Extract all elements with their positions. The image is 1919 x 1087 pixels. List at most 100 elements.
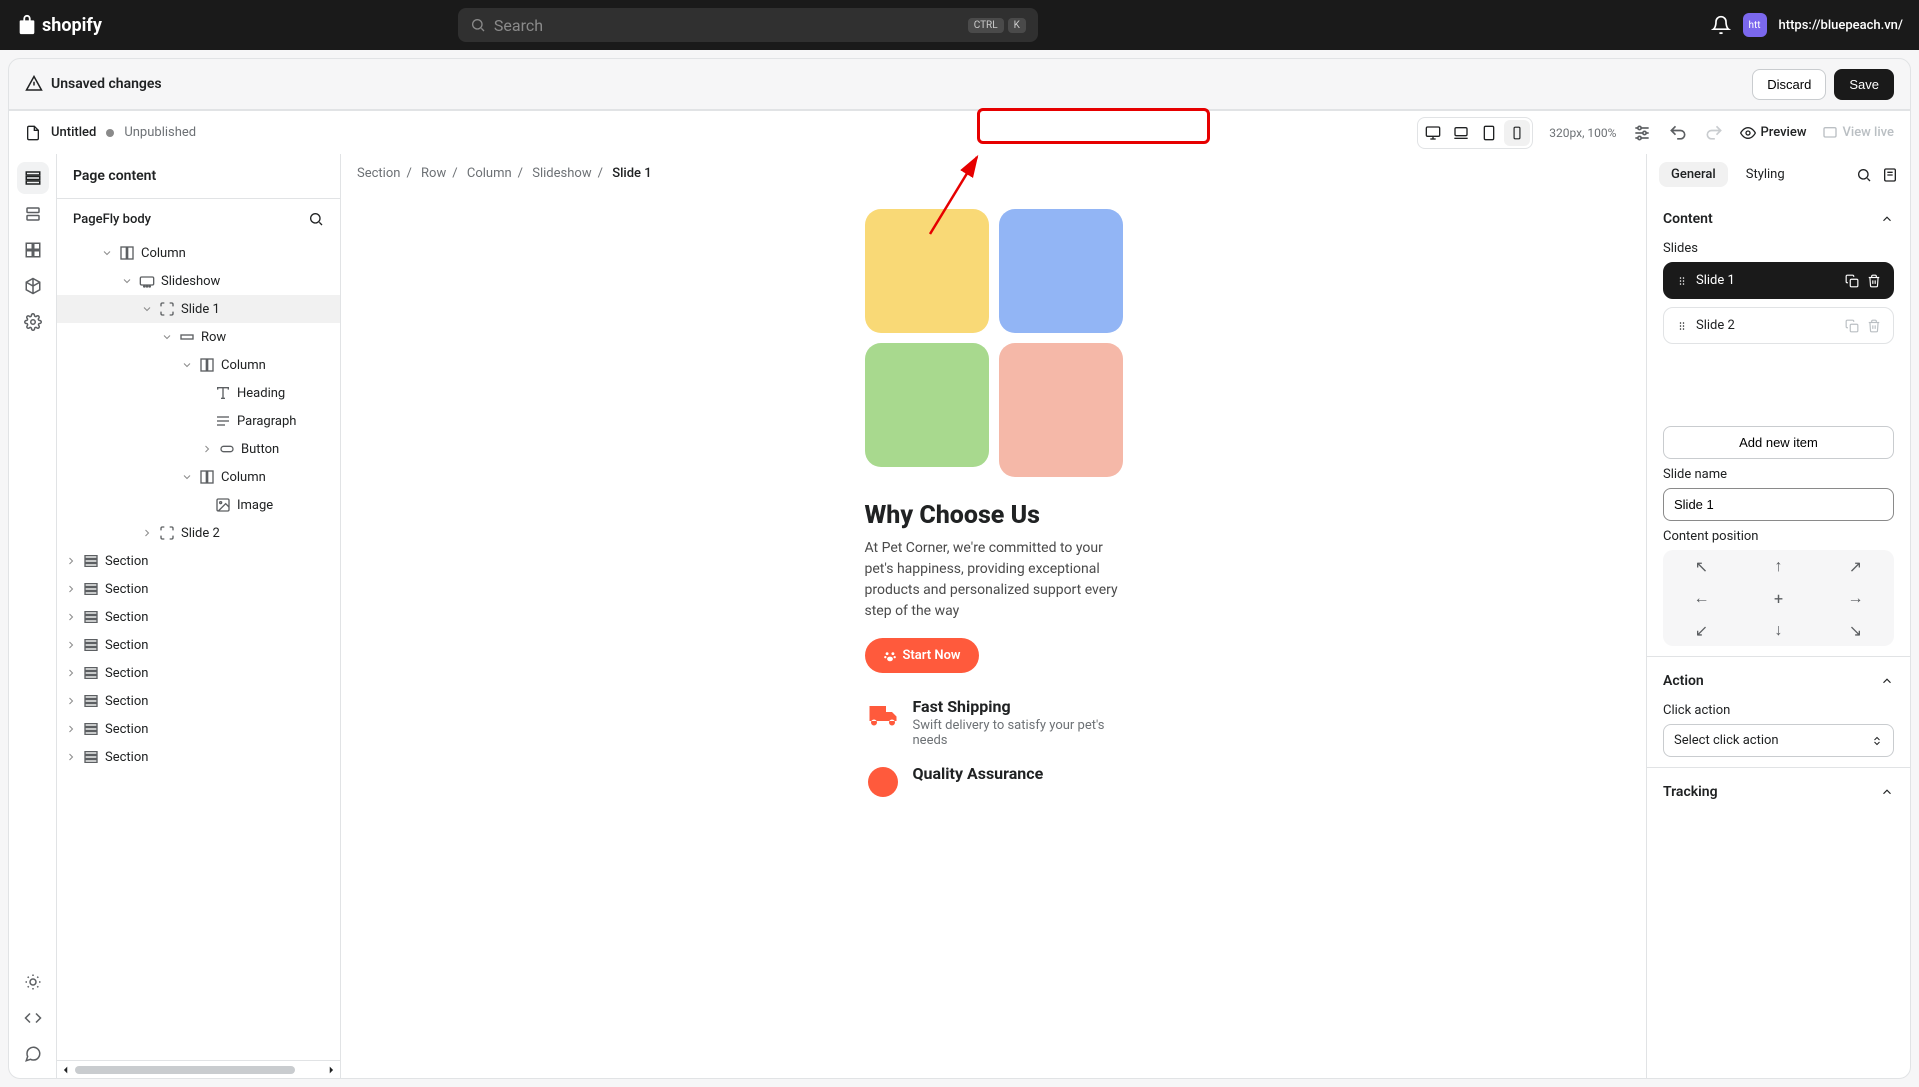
settings-panel: General Styling Content Slides Slide 1 <box>1646 154 1910 1078</box>
device-laptop[interactable] <box>1448 120 1474 146</box>
canvas-viewport[interactable]: Why Choose Us At Pet Corner, we're commi… <box>341 193 1646 1078</box>
scroll-left-icon[interactable] <box>61 1065 71 1075</box>
bc-current: Slide 1 <box>612 166 651 181</box>
tree-button[interactable]: Button <box>57 435 340 463</box>
pos-tc[interactable]: ↑ <box>1740 550 1817 582</box>
tree-column[interactable]: Column <box>57 239 340 267</box>
tree-slide1[interactable]: Slide 1 <box>57 295 340 323</box>
icon-rail <box>9 154 57 1078</box>
tree-section-4[interactable]: Section <box>57 631 340 659</box>
scroll-right-icon[interactable] <box>326 1065 336 1075</box>
paw-icon <box>883 649 897 663</box>
search-input[interactable]: Search CTRL K <box>458 8 1038 42</box>
redo-icon <box>1704 123 1724 143</box>
eye-icon <box>1740 125 1756 141</box>
bc-slideshow[interactable]: Slideshow <box>532 166 591 181</box>
pos-bc[interactable]: ↓ <box>1740 614 1817 646</box>
tab-styling[interactable]: Styling <box>1734 162 1797 187</box>
section-tracking-header[interactable]: Tracking <box>1663 778 1894 806</box>
tree-paragraph[interactable]: Paragraph <box>57 407 340 435</box>
zoom-text[interactable]: 320px, 100% <box>1549 126 1616 140</box>
preview-cta-button[interactable]: Start Now <box>865 638 979 673</box>
bc-section[interactable]: Section <box>357 166 400 181</box>
tree-section-5[interactable]: Section <box>57 659 340 687</box>
store-url[interactable]: https://bluepeach.vn/ <box>1779 18 1903 33</box>
rail-package-icon[interactable] <box>17 270 49 302</box>
bell-icon[interactable] <box>1711 15 1731 35</box>
pos-mc[interactable]: + <box>1740 582 1817 614</box>
sliders-icon[interactable] <box>1632 123 1652 143</box>
avatar[interactable]: htt <box>1743 13 1767 37</box>
kbd-k: K <box>1008 18 1026 33</box>
pos-tl[interactable]: ↖ <box>1663 550 1740 582</box>
rail-blocks-icon[interactable] <box>17 234 49 266</box>
pos-ml[interactable]: ← <box>1663 582 1740 614</box>
chevron-up-icon <box>1880 212 1894 226</box>
rail-theme-icon[interactable] <box>17 966 49 998</box>
pos-tr[interactable]: ↗ <box>1817 550 1894 582</box>
feature1-desc: Swift delivery to satisfy your pet's nee… <box>913 718 1123 748</box>
trash-icon[interactable] <box>1867 274 1881 288</box>
duplicate-icon[interactable] <box>1845 319 1859 333</box>
preview-button[interactable]: Preview <box>1740 125 1806 141</box>
unsaved-bar: Unsaved changes Discard Save <box>8 58 1911 110</box>
device-tablet[interactable] <box>1476 120 1502 146</box>
search-tree-icon[interactable] <box>308 211 324 227</box>
tree-slideshow[interactable]: Slideshow <box>57 267 340 295</box>
tree-section-7[interactable]: Section <box>57 715 340 743</box>
note-icon[interactable] <box>1882 167 1898 183</box>
tree-section-2[interactable]: Section <box>57 575 340 603</box>
tree-image[interactable]: Image <box>57 491 340 519</box>
pos-bl[interactable]: ↙ <box>1663 614 1740 646</box>
discard-button[interactable]: Discard <box>1752 69 1826 100</box>
device-mobile[interactable] <box>1504 120 1530 146</box>
drag-icon[interactable] <box>1676 320 1688 332</box>
bc-row[interactable]: Row <box>421 166 446 181</box>
rail-chat-icon[interactable] <box>17 1038 49 1070</box>
bc-column[interactable]: Column <box>467 166 512 181</box>
tree-heading[interactable]: Heading <box>57 379 340 407</box>
page-title[interactable]: Untitled <box>51 125 96 140</box>
rail-code-icon[interactable] <box>17 1002 49 1034</box>
tree: Column Slideshow Slide 1 Row Column Head… <box>57 239 340 1060</box>
settings-tabs: General Styling <box>1647 154 1910 195</box>
content-panel: Page content PageFly body Column Slidesh… <box>57 154 341 1078</box>
duplicate-icon[interactable] <box>1845 274 1859 288</box>
view-live-label: View live <box>1842 125 1894 140</box>
undo-icon[interactable] <box>1668 123 1688 143</box>
tree-slide2[interactable]: Slide 2 <box>57 519 340 547</box>
tree-column2[interactable]: Column <box>57 351 340 379</box>
scroll-thumb[interactable] <box>75 1066 295 1074</box>
slide-item-2[interactable]: Slide 2 <box>1663 307 1894 344</box>
canvas-area: Section/ Row/ Column/ Slideshow/ Slide 1… <box>341 154 1646 1078</box>
slide-item-1[interactable]: Slide 1 <box>1663 262 1894 299</box>
rail-content-icon[interactable] <box>17 162 49 194</box>
tree-section-3[interactable]: Section <box>57 603 340 631</box>
device-desktop[interactable] <box>1420 120 1446 146</box>
section-content-header[interactable]: Content <box>1663 205 1894 233</box>
arrow-annotation <box>925 149 985 239</box>
slide-name-input[interactable] <box>1663 488 1894 521</box>
pos-br[interactable]: ↘ <box>1817 614 1894 646</box>
slide-name-label: Slide name <box>1663 467 1894 482</box>
tree-row[interactable]: Row <box>57 323 340 351</box>
pos-mr[interactable]: → <box>1817 582 1894 614</box>
tab-general[interactable]: General <box>1659 162 1728 187</box>
click-action-select[interactable]: Select click action <box>1663 724 1894 757</box>
tree-section-6[interactable]: Section <box>57 687 340 715</box>
status-text: Unpublished <box>124 125 196 140</box>
tree-column3[interactable]: Column <box>57 463 340 491</box>
search-settings-icon[interactable] <box>1856 167 1872 183</box>
drag-icon[interactable] <box>1676 275 1688 287</box>
add-item-button[interactable]: Add new item <box>1663 426 1894 459</box>
save-button[interactable]: Save <box>1834 69 1894 100</box>
warning-icon <box>25 75 43 93</box>
tree-section-8[interactable]: Section <box>57 743 340 771</box>
tree-scrollbar[interactable] <box>57 1060 340 1078</box>
section-action-header[interactable]: Action <box>1663 667 1894 695</box>
rail-layers-icon[interactable] <box>17 198 49 230</box>
tree-section-1[interactable]: Section <box>57 547 340 575</box>
trash-icon[interactable] <box>1867 319 1881 333</box>
rail-settings-icon[interactable] <box>17 306 49 338</box>
feature2-title: Quality Assurance <box>913 764 1044 783</box>
